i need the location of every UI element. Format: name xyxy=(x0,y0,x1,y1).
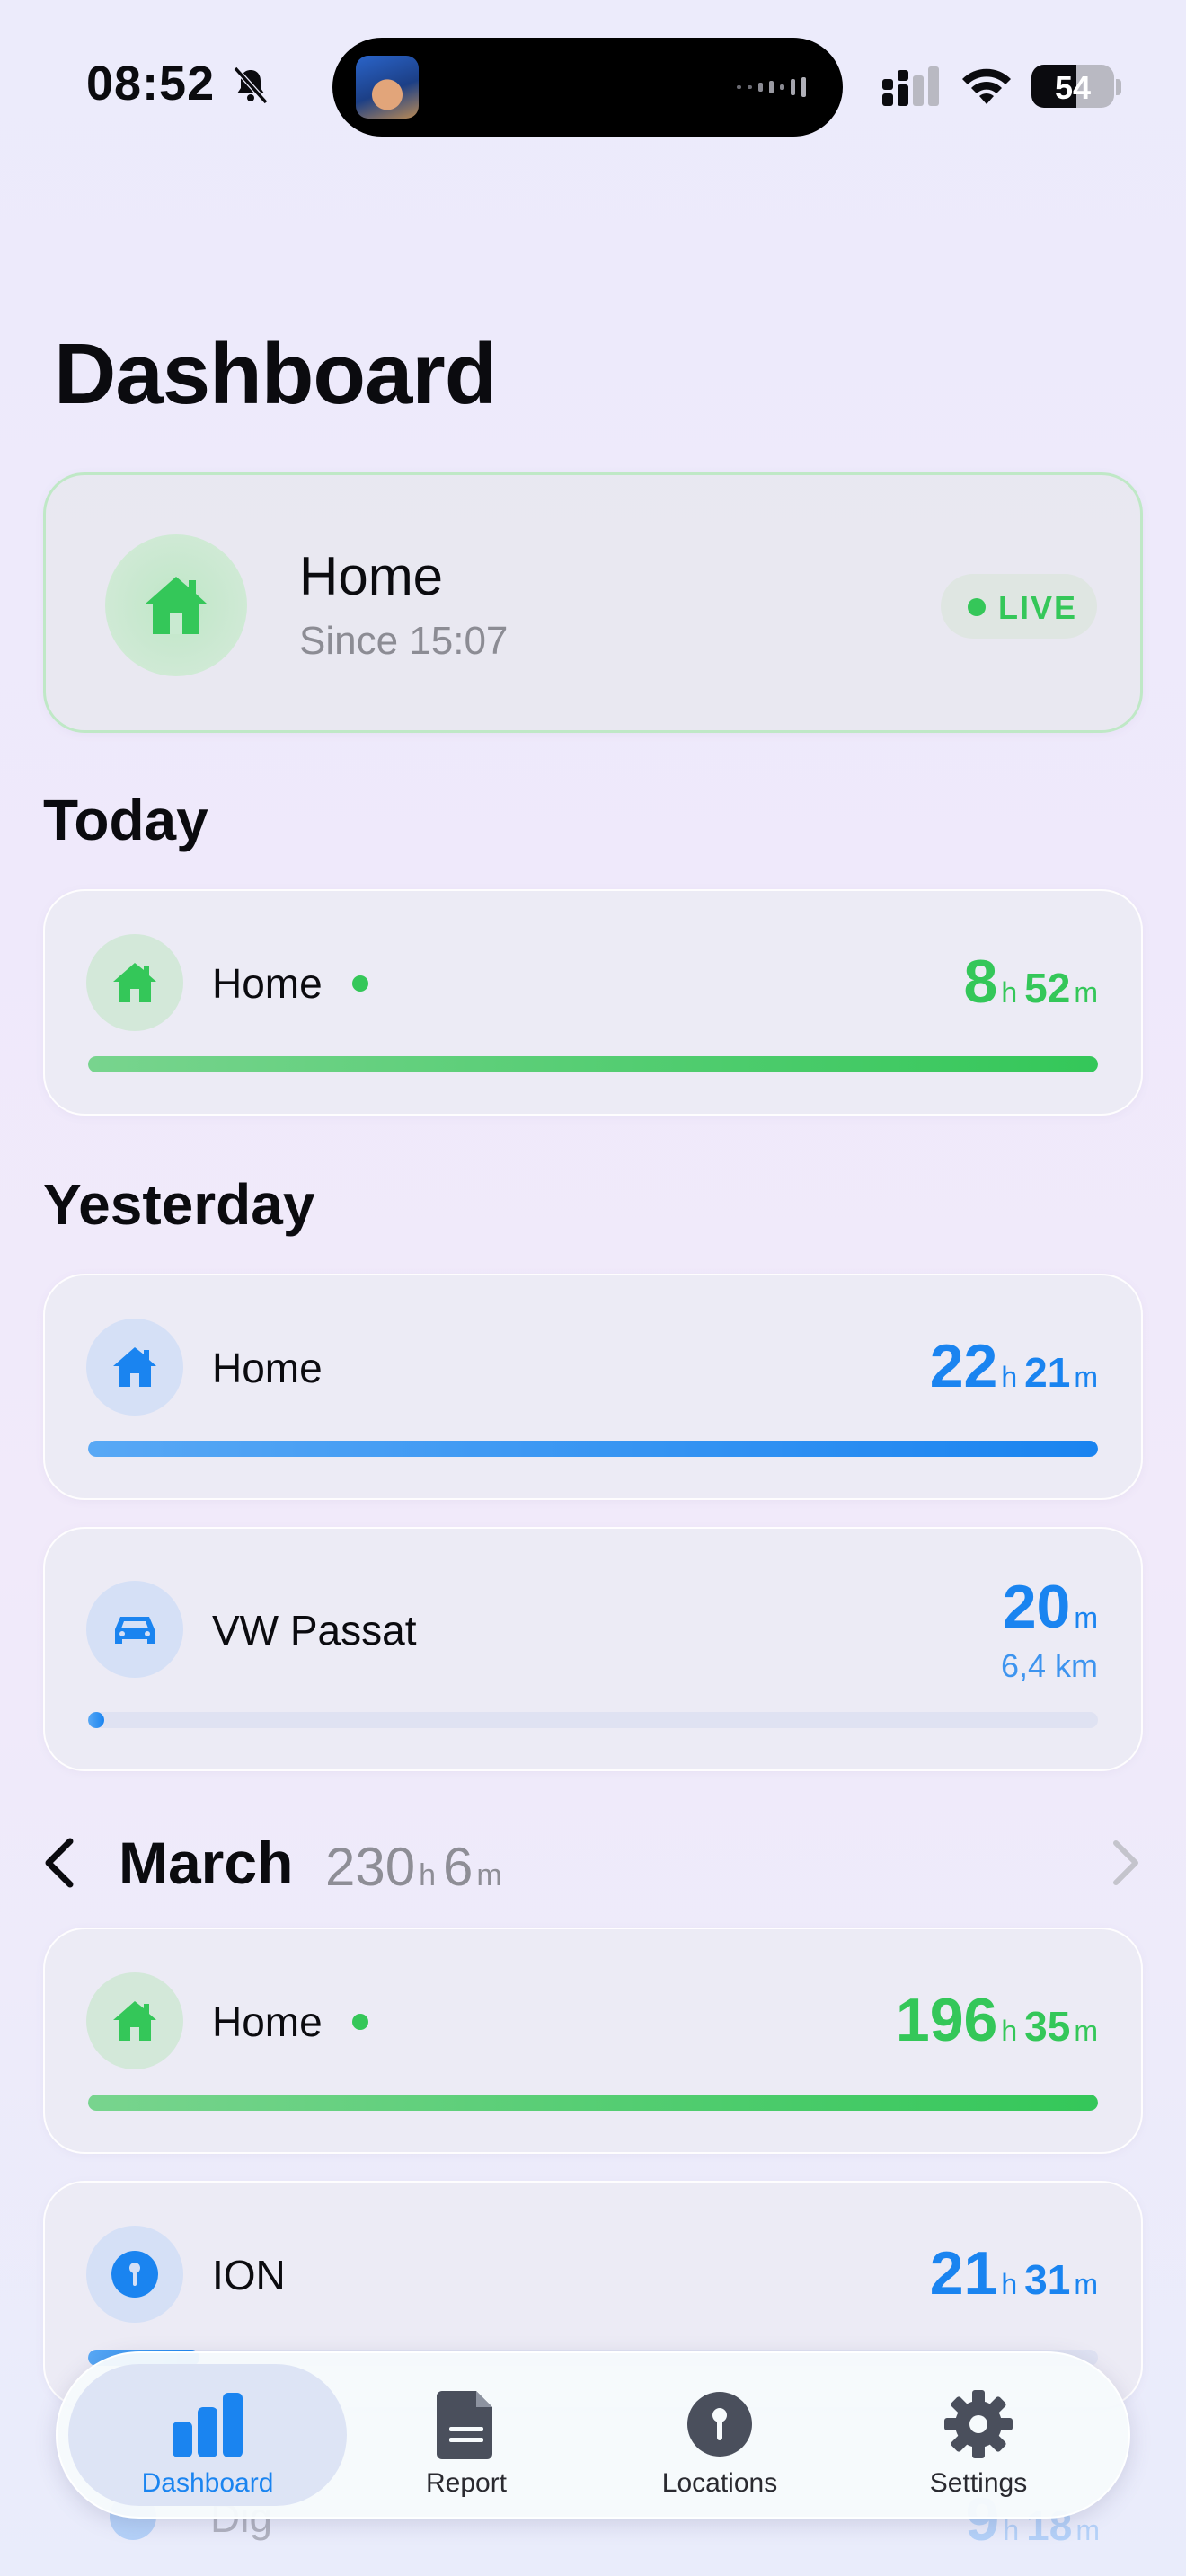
yesterday-home-row[interactable]: Home 22 h 21 m xyxy=(43,1274,1143,1500)
battery-level: 54 xyxy=(1054,69,1092,106)
section-title-today: Today xyxy=(43,788,208,852)
house-icon xyxy=(113,1347,156,1387)
chevron-right-icon[interactable] xyxy=(1111,1838,1141,1888)
battery-cap xyxy=(1116,79,1121,95)
progress-track xyxy=(88,1712,1098,1728)
progress-fill xyxy=(88,1441,1098,1457)
yesterday-car-row[interactable]: VW Passat 20 m 6,4 km xyxy=(43,1527,1143,1771)
row-label: Home xyxy=(212,1998,323,2045)
status-time: 08:52 xyxy=(86,57,216,110)
tab-label: Locations xyxy=(661,2468,778,2498)
tab-label: Report xyxy=(425,2468,508,2498)
dynamic-island[interactable] xyxy=(332,38,843,137)
row-icon-circle xyxy=(86,1972,183,2069)
row-duration: 21 h 31 m xyxy=(929,2239,1098,2307)
row-duration: 196 h 35 m xyxy=(895,1986,1098,2054)
tab-label: Settings xyxy=(929,2468,1028,2498)
progress-track xyxy=(88,1441,1098,1457)
month-name: March xyxy=(119,1830,294,1896)
audio-waveform-icon xyxy=(737,77,806,97)
row-label: VW Passat xyxy=(212,1607,417,1654)
tab-report[interactable]: Report xyxy=(327,2364,606,2506)
chevron-left-icon[interactable] xyxy=(41,1836,77,1890)
live-location-name: Home xyxy=(299,546,444,606)
row-icon-circle xyxy=(86,2226,183,2323)
chart-bar-icon xyxy=(173,2393,243,2457)
today-home-row[interactable]: Home 8 h 52 m xyxy=(43,889,1143,1116)
car-icon xyxy=(115,1617,155,1644)
tab-locations[interactable]: Locations xyxy=(580,2364,859,2506)
progress-fill xyxy=(88,1056,1098,1072)
row-duration: 20 m xyxy=(1002,1573,1098,1641)
pin-icon xyxy=(687,2392,752,2457)
active-dot xyxy=(352,2014,368,2030)
row-label: ION xyxy=(212,2252,286,2298)
tab-bar: Dashboard Report Locations Settings xyxy=(56,2351,1130,2519)
gear-icon xyxy=(944,2390,1013,2458)
battery-icon: 54 xyxy=(1031,65,1114,108)
bell-slash-icon xyxy=(233,66,269,105)
live-icon-circle xyxy=(105,534,247,676)
tab-settings[interactable]: Settings xyxy=(839,2364,1118,2506)
live-badge: LIVE xyxy=(941,574,1097,639)
live-since: Since 15:07 xyxy=(299,619,509,663)
row-label: Home xyxy=(212,960,323,1007)
tab-dashboard[interactable]: Dashboard xyxy=(68,2364,347,2506)
house-icon xyxy=(113,2001,156,2041)
row-icon-circle xyxy=(86,1581,183,1678)
wifi-icon xyxy=(962,68,1011,104)
house-icon xyxy=(113,963,156,1002)
house-icon xyxy=(146,577,207,634)
row-icon-circle xyxy=(86,1319,183,1416)
month-home-row[interactable]: Home 196 h 35 m xyxy=(43,1928,1143,2154)
progress-fill xyxy=(88,2095,1098,2111)
pin-icon xyxy=(111,2251,158,2298)
progress-track xyxy=(88,2095,1098,2111)
progress-track xyxy=(88,1056,1098,1072)
row-duration: 8 h 52 m xyxy=(963,948,1098,1016)
now-playing-artwork[interactable] xyxy=(356,56,419,119)
active-dot xyxy=(352,975,368,992)
live-badge-label: LIVE xyxy=(998,589,1078,626)
progress-fill xyxy=(88,1712,104,1728)
row-duration: 22 h 21 m xyxy=(929,1332,1098,1400)
live-location-card[interactable]: Home Since 15:07 LIVE xyxy=(43,472,1143,733)
live-dot xyxy=(968,598,986,616)
month-total: 230 h 6 m xyxy=(325,1837,502,1897)
cellular-signal-icon xyxy=(882,66,939,106)
row-icon-circle xyxy=(86,934,183,1031)
tab-label: Dashboard xyxy=(141,2468,274,2498)
page-title: Dashboard xyxy=(54,326,497,422)
row-label: Home xyxy=(212,1345,323,1391)
section-title-yesterday: Yesterday xyxy=(43,1172,315,1237)
document-icon xyxy=(437,2391,492,2459)
row-distance: 6,4 km xyxy=(1000,1647,1098,1684)
